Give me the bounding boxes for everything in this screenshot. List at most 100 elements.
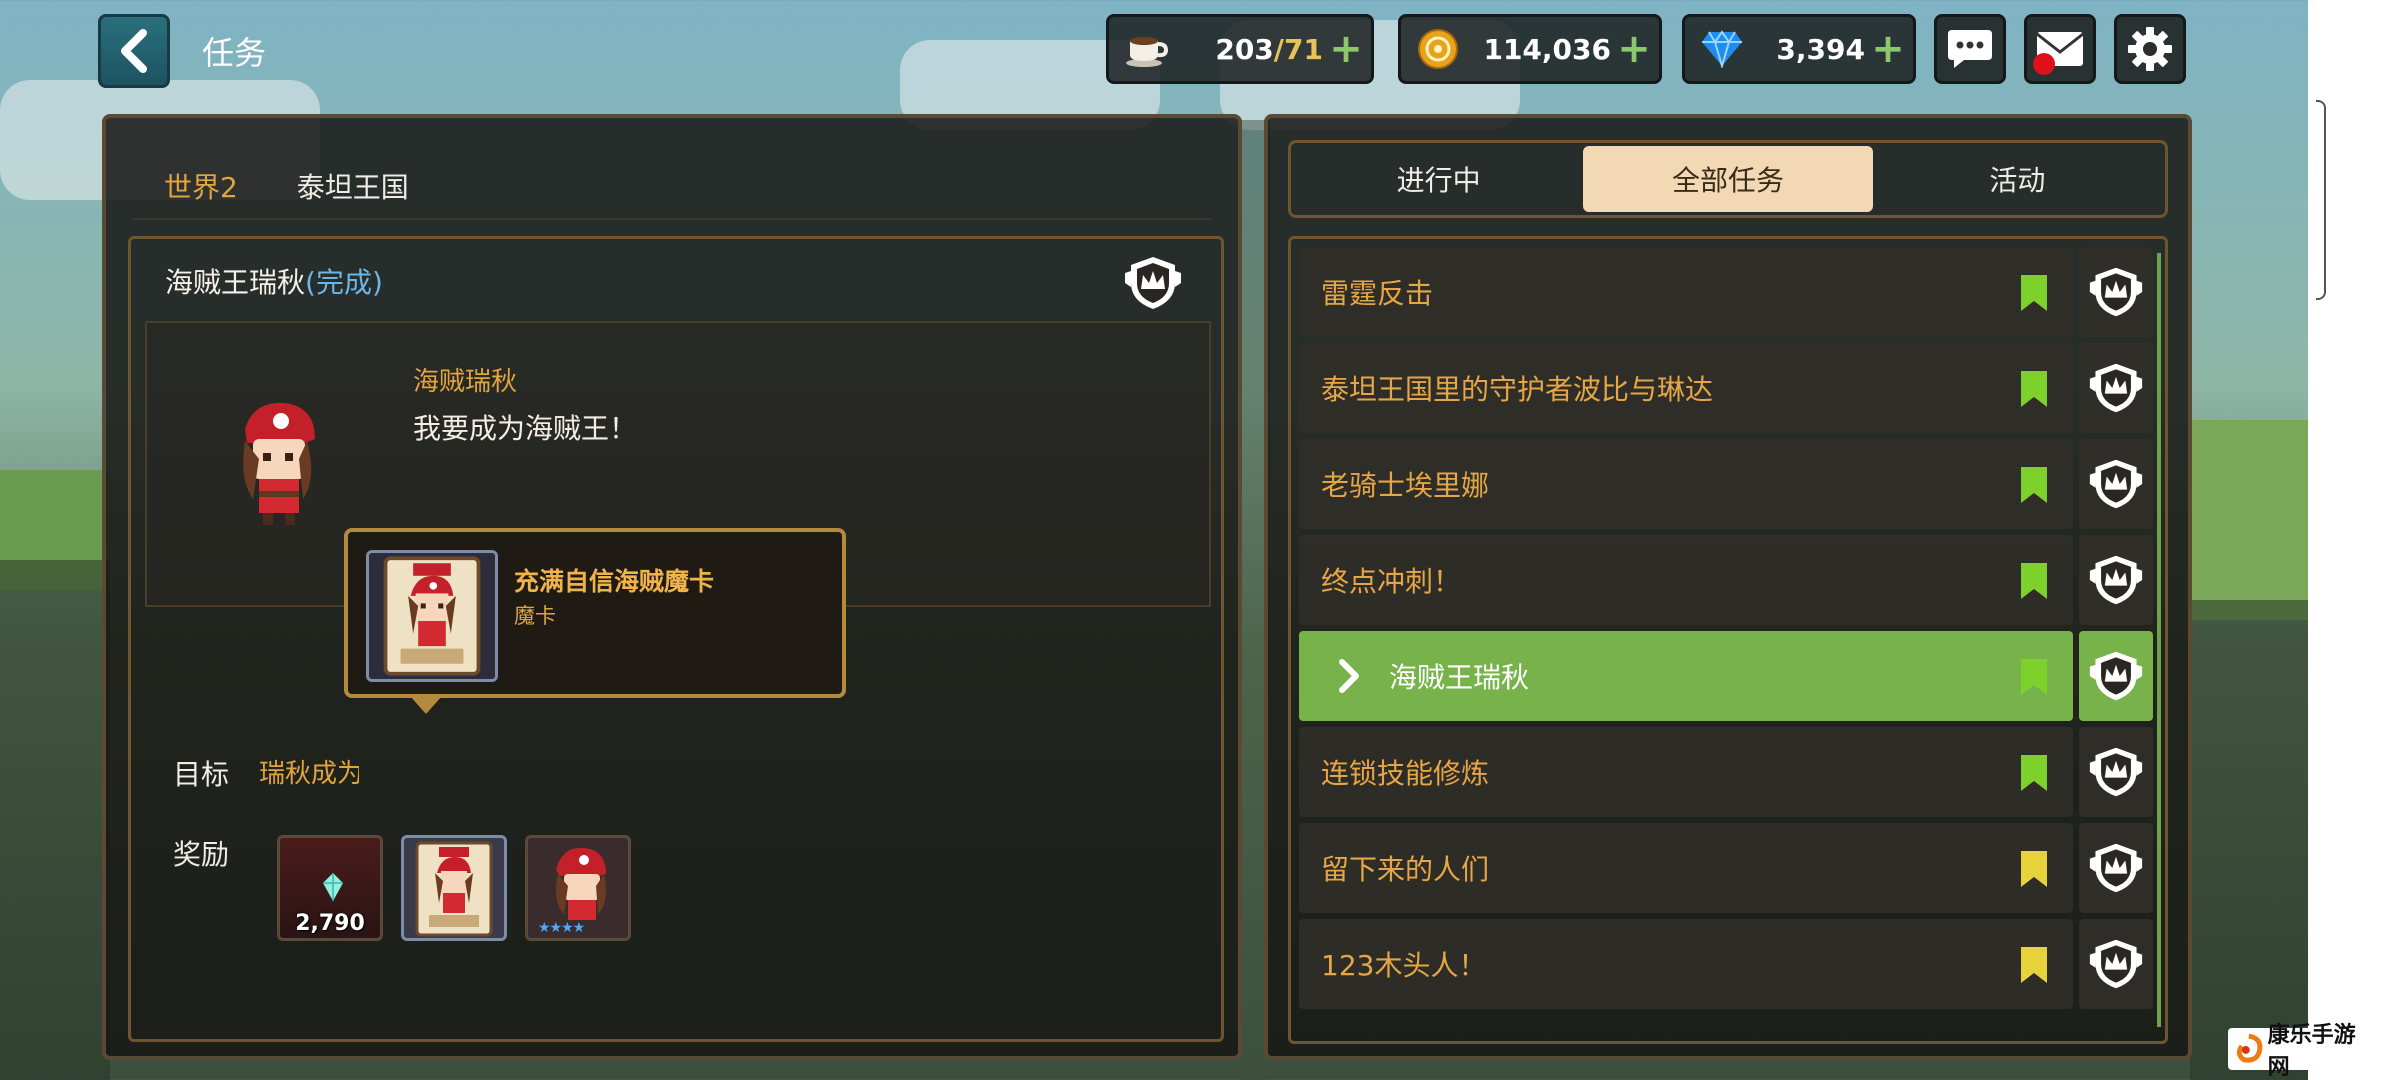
quest-row-body[interactable]: 终点冲刺！ (1299, 535, 2073, 625)
quest-name: 海贼王瑞秋 (1389, 661, 1530, 694)
tab-events[interactable]: 活动 (1873, 146, 2162, 212)
reward-amount: 2,790 (295, 911, 365, 936)
quest-name: 老骑士埃里娜 (1321, 469, 1490, 502)
quest-name: 海贼王瑞秋 (165, 266, 306, 299)
back-button[interactable] (98, 14, 170, 88)
bookmark-flag-icon (2021, 371, 2047, 407)
quest-reward-button[interactable] (2079, 727, 2153, 817)
location-breadcrumb: 世界2 泰坦王国 (164, 166, 409, 206)
goal-label: 目标 (173, 758, 230, 791)
screen-edge (2308, 0, 2400, 1080)
character-portrait-icon (556, 847, 606, 920)
npc-name: 海贼瑞秋 (413, 367, 518, 397)
quest-list-item[interactable]: 海贼王瑞秋 (1299, 631, 2153, 721)
quest-row-body[interactable]: 连锁技能修炼 (1299, 727, 2073, 817)
notification-dot (2033, 53, 2055, 75)
stamina-current: 203 (1215, 32, 1274, 66)
rarity-stars: ★★★★ (538, 920, 585, 936)
quest-name: 连锁技能修炼 (1321, 757, 1490, 790)
quest-reward-button[interactable] (2079, 823, 2153, 913)
quest-row-body[interactable]: 留下来的人们 (1299, 823, 2073, 913)
edge-handle (2316, 100, 2326, 300)
add-stamina-button[interactable]: + (1329, 29, 1363, 69)
chat-button[interactable] (1934, 14, 2006, 84)
tab-in-progress[interactable]: 进行中 (1294, 146, 1583, 212)
crown-shield-icon (2089, 267, 2143, 317)
stamina-max: /71 (1273, 32, 1323, 66)
quest-name: 123木头人！ (1321, 949, 1487, 982)
crown-shield-icon (2089, 939, 2143, 989)
quest-list[interactable]: 雷霆反击泰坦王国里的守护者波比与琳达 老骑士埃里娜终点冲刺！ 海贼王瑞秋连锁技能修炼… (1288, 236, 2168, 1044)
bookmark-flag-icon (2021, 851, 2047, 887)
ruins (0, 560, 110, 1080)
quest-list-item[interactable]: 泰坦王国里的守护者波比与琳达 (1299, 343, 2153, 433)
quest-row-body[interactable]: 泰坦王国里的守护者波比与琳达 (1299, 343, 2073, 433)
quest-row-body[interactable]: 雷霆反击 (1299, 247, 2073, 337)
quest-title: 海贼王瑞秋(完成) (165, 261, 383, 301)
crown-shield-icon (2089, 843, 2143, 893)
quest-list-panel: 进行中 全部任务 活动 雷霆反击泰坦王国里的守护者波比与琳达 老骑士埃里娜终点冲刺… (1264, 114, 2192, 1060)
crown-shield-icon (2089, 363, 2143, 413)
crystal-icon (323, 873, 343, 901)
quest-tabs: 进行中 全部任务 活动 (1288, 140, 2168, 218)
quest-list-item[interactable]: 123木头人！ (1299, 919, 2153, 1009)
add-gold-button[interactable]: + (1617, 29, 1651, 69)
tree (2190, 420, 2310, 620)
reward-slot-card[interactable] (401, 835, 507, 941)
quest-name: 雷霆反击 (1321, 277, 1434, 310)
kingdom-label: 泰坦王国 (296, 171, 409, 204)
diamond-icon (1697, 24, 1747, 74)
tooltip-card-image (366, 550, 498, 682)
chevron-left-icon (121, 29, 147, 73)
quest-list-item[interactable]: 雷霆反击 (1299, 247, 2153, 337)
quest-row-body[interactable]: 海贼王瑞秋 (1299, 631, 2073, 721)
quest-status: (完成) (305, 266, 383, 299)
quest-row-body[interactable]: 123木头人！ (1299, 919, 2073, 1009)
bookmark-flag-icon (2021, 755, 2047, 791)
coffee-cup-icon (1121, 24, 1171, 74)
quest-reward-button[interactable] (2079, 439, 2153, 529)
quest-list-item[interactable]: 留下来的人们 (1299, 823, 2153, 913)
world-label: 世界2 (164, 171, 238, 204)
add-gem-button[interactable]: + (1871, 29, 1905, 69)
reward-tooltip: 充满自信海贼魔卡 魔卡 (344, 528, 846, 698)
reward-label: 奖励 (173, 838, 230, 871)
page-title: 任务 (202, 34, 267, 72)
gold-amount: 114,036 (1483, 32, 1611, 66)
quest-reward-button[interactable] (2079, 535, 2153, 625)
crown-shield-icon (1125, 257, 1181, 309)
quest-row-body[interactable]: 老骑士埃里娜 (1299, 439, 2073, 529)
mail-button[interactable] (2024, 14, 2096, 84)
crown-shield-icon (2089, 747, 2143, 797)
reward-slot-character[interactable]: ★★★★ (525, 835, 631, 941)
gem-counter[interactable]: 3,394 + (1682, 14, 1916, 84)
quest-name: 泰坦王国里的守护者波比与琳达 (1321, 373, 1714, 406)
tooltip-pointer (410, 696, 442, 714)
quest-list-item[interactable]: 连锁技能修炼 (1299, 727, 2153, 817)
list-scrollbar[interactable] (2157, 253, 2161, 1027)
goal-text: 瑞秋成为 (259, 759, 359, 789)
tab-all-quests[interactable]: 全部任务 (1583, 146, 1873, 212)
reward-slot-gem[interactable]: 2,790 (277, 835, 383, 941)
quest-reward-button[interactable] (2079, 631, 2153, 721)
stamina-counter[interactable]: 203/71 + (1106, 14, 1374, 84)
quest-reward-button[interactable] (2079, 343, 2153, 433)
gold-counter[interactable]: 114,036 + (1398, 14, 1662, 84)
quest-reward-button[interactable] (2079, 247, 2153, 337)
crown-shield-icon (2089, 651, 2143, 701)
bookmark-flag-icon (2021, 467, 2047, 503)
npc-dialog-text: 我要成为海贼王！ (413, 412, 638, 445)
pirate-rachel-sprite (243, 402, 315, 525)
quest-name: 留下来的人们 (1321, 853, 1490, 886)
settings-button[interactable] (2114, 14, 2186, 84)
gear-icon (2128, 27, 2172, 71)
quest-reward-button[interactable] (2079, 919, 2153, 1009)
tooltip-item-type: 魔卡 (514, 604, 556, 628)
divider (132, 218, 1212, 220)
quest-list-item[interactable]: 老骑士埃里娜 (1299, 439, 2153, 529)
bookmark-flag-icon (2021, 947, 2047, 983)
chat-bubble-icon (1948, 30, 1992, 68)
ruins (2190, 600, 2310, 1080)
quest-list-item[interactable]: 终点冲刺！ (1299, 535, 2153, 625)
chevron-right-icon (1339, 659, 1359, 693)
